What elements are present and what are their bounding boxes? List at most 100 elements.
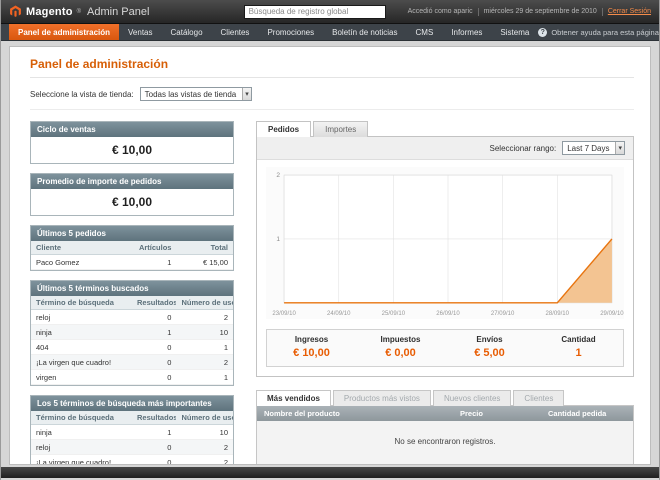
tab-nuevos-clientes[interactable]: Nuevos clientes: [432, 390, 512, 406]
chevron-down-icon: ▾: [615, 142, 624, 154]
logout-link[interactable]: Cerrar Sesión: [608, 8, 651, 15]
global-search-input[interactable]: [243, 4, 386, 19]
table-row: reloj 0 2: [31, 439, 233, 455]
column-header: Cliente: [31, 241, 133, 255]
column-header: Término de búsqueda: [31, 411, 133, 425]
nav-item-promociones[interactable]: Promociones: [258, 24, 323, 40]
table-cell: 2: [176, 439, 233, 455]
products-grid-header: Nombre del producto Precio Cantidad pedi…: [257, 406, 633, 421]
top-search-terms-table: Término de búsqueda Resultados Número de…: [31, 411, 233, 464]
trademark: ®: [76, 8, 82, 15]
nav-item-ventas[interactable]: Ventas: [119, 24, 161, 40]
table-row: ¡La virgen que cuadro! 0 2: [31, 354, 233, 370]
range-selector-row: Seleccionar rango: Last 7 Days ▾: [257, 137, 633, 160]
svg-text:26/09/10: 26/09/10: [436, 311, 460, 317]
tab-pedidos[interactable]: Pedidos: [256, 121, 312, 137]
column-header: Artículos: [132, 241, 177, 255]
svg-text:28/09/10: 28/09/10: [546, 311, 570, 317]
stat-envios: Envíos € 5,00: [445, 330, 534, 366]
column-header: Total: [176, 241, 233, 255]
last-orders-table: Cliente Artículos Total Paco Gomez 1 € 15,…: [31, 241, 233, 270]
table-cell: 2: [176, 454, 233, 464]
svg-text:23/09/10: 23/09/10: [272, 311, 296, 317]
nav-item-sistema[interactable]: Sistema: [491, 24, 538, 40]
top-header: Magento® Admin Panel Accedió como aparic…: [1, 0, 659, 24]
table-cell: 0: [132, 439, 177, 455]
column-header: Precio: [460, 409, 483, 418]
average-orders-box: Promedio de importe de pedidos € 10,00: [30, 173, 234, 216]
logged-in-as: Accedió como aparic: [407, 8, 473, 15]
app-title: Admin Panel: [87, 5, 150, 18]
range-label: Seleccionar rango:: [489, 143, 557, 153]
nav-item-boletin[interactable]: Boletín de noticias: [323, 24, 406, 40]
dashboard-left-column: Ciclo de ventas € 10,00 Promedio de impo…: [30, 121, 234, 464]
nav-item-catalogo[interactable]: Catálogo: [162, 24, 212, 40]
column-header: Término de búsqueda: [31, 296, 133, 310]
svg-text:24/09/10: 24/09/10: [327, 311, 351, 317]
table-row: ¡La virgen que cuadro! 0 2: [31, 454, 233, 464]
table-cell: 10: [176, 424, 233, 440]
table-cell: 0: [132, 454, 177, 464]
table-cell: ninja: [31, 424, 133, 440]
product-tabs: Más vendidos Productos más vistos Nuevos…: [256, 390, 634, 406]
magento-logo[interactable]: Magento ® Admin Panel: [9, 5, 149, 18]
last-search-terms-table: Término de búsqueda Resultados Número de…: [31, 296, 233, 385]
svg-text:2: 2: [276, 172, 280, 179]
separator: [601, 7, 603, 16]
last-search-terms-box: Últimos 5 términos buscados Término de b…: [30, 280, 234, 386]
table-cell: 1: [176, 369, 233, 385]
main-nav: Panel de administración Ventas Catálogo …: [1, 24, 659, 41]
products-grid: Nombre del producto Precio Cantidad pedi…: [256, 405, 634, 464]
table-row: 404 0 1: [31, 339, 233, 355]
tab-clientes[interactable]: Clientes: [513, 390, 565, 406]
table-row: reloj 0 2: [31, 309, 233, 325]
user-info: Accedió como aparic miércoles 29 de sept…: [407, 7, 651, 16]
nav-item-cms[interactable]: CMS: [407, 24, 443, 40]
tab-productos-mas-vistos[interactable]: Productos más vistos: [332, 390, 431, 406]
table-cell: ¡La virgen que cuadro!: [31, 454, 133, 464]
page-help-link[interactable]: ? Obtener ayuda para esta página: [538, 24, 659, 40]
nav-item-clientes[interactable]: Clientes: [212, 24, 259, 40]
stats-row: Ingresos € 10,00 Impuestos € 0,00 Envíos…: [266, 329, 624, 367]
table-cell: 10: [176, 324, 233, 340]
column-header: Resultados: [132, 296, 177, 310]
lifetime-sales-value: € 10,00: [111, 143, 153, 157]
magento-admin-window: Magento® Admin Panel Accedió como aparic…: [0, 0, 660, 480]
table-cell: Paco Gomez: [31, 254, 133, 270]
range-select[interactable]: Last 7 Days ▾: [562, 141, 625, 155]
last-orders-box: Últimos 5 pedidos Cliente Artículos Tota…: [30, 225, 234, 271]
range-value: Last 7 Days: [567, 143, 610, 153]
logo-text: Magento: [26, 5, 73, 18]
dashboard: Ciclo de ventas € 10,00 Promedio de impo…: [30, 110, 634, 464]
stat-impuestos: Impuestos € 0,00: [356, 330, 445, 366]
store-view-select[interactable]: Todas las vistas de tienda ▾: [139, 87, 252, 101]
chart-tabs: Pedidos Importes: [256, 121, 634, 137]
table-cell: € 15,00: [176, 254, 233, 270]
table-row: virgen 0 1: [31, 369, 233, 385]
column-header: Resultados: [132, 411, 177, 425]
tab-mas-vendidos[interactable]: Más vendidos: [256, 390, 331, 406]
svg-text:25/09/10: 25/09/10: [382, 311, 406, 317]
dashboard-right-column: Pedidos Importes Seleccionar rango: Last…: [256, 121, 634, 464]
column-header: Cantidad pedida: [548, 409, 607, 418]
footer-bar: [1, 467, 659, 478]
lifetime-sales-box: Ciclo de ventas € 10,00: [30, 121, 234, 164]
table-cell: 0: [132, 309, 177, 325]
nav-item-dashboard[interactable]: Panel de administración: [9, 24, 120, 40]
table-cell: reloj: [31, 309, 133, 325]
store-view-value: Todas las vistas de tienda: [144, 89, 237, 99]
content-panel: Panel de administración Seleccione la vi…: [9, 46, 651, 465]
tab-importes[interactable]: Importes: [313, 121, 369, 137]
stat-value: € 10,00: [293, 347, 330, 359]
stat-label: Envíos: [476, 335, 503, 344]
stat-label: Cantidad: [561, 335, 596, 344]
help-label: Obtener ayuda para esta página: [551, 27, 659, 37]
table-cell: 404: [31, 339, 133, 355]
table-cell: virgen: [31, 369, 133, 385]
nav-item-informes[interactable]: Informes: [442, 24, 491, 40]
table-cell: reloj: [31, 439, 133, 455]
box-title: Últimos 5 términos buscados: [31, 281, 233, 296]
stat-value: € 0,00: [385, 347, 416, 359]
average-orders-value: € 10,00: [111, 195, 153, 209]
table-cell: 2: [176, 309, 233, 325]
